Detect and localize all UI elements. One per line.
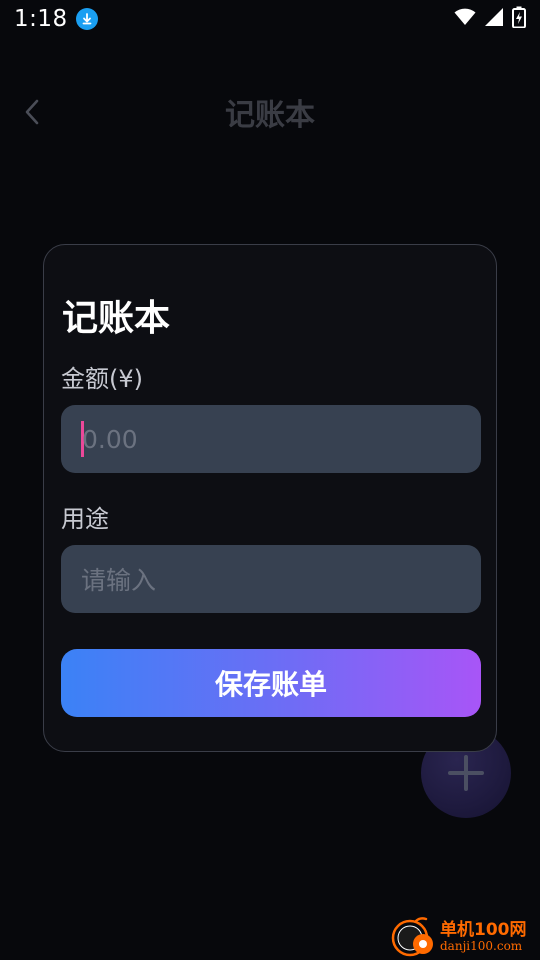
watermark-logo-icon — [390, 914, 436, 960]
watermark-name: 单机100网 — [440, 920, 527, 941]
status-time: 1:18 — [14, 6, 68, 32]
save-bill-button[interactable]: 保存账单 — [61, 649, 481, 717]
page-title: 记账本 — [225, 98, 315, 133]
status-bar: 1:18 — [0, 0, 540, 38]
amount-placeholder: 0.00 — [82, 424, 138, 454]
add-bill-dialog: 记账本 金额(¥) 0.00 用途 请输入 保存账单 — [43, 244, 497, 752]
app-header: 记账本 — [0, 84, 540, 140]
battery-icon — [512, 6, 526, 32]
dialog-title: 记账本 — [62, 298, 171, 339]
wifi-icon — [454, 8, 476, 30]
chevron-left-icon — [25, 99, 39, 125]
purpose-label: 用途 — [61, 505, 109, 533]
watermark: 单机100网 danji100.com — [390, 914, 540, 960]
back-button[interactable] — [16, 96, 48, 128]
purpose-placeholder: 请输入 — [81, 566, 157, 595]
signal-icon — [484, 7, 504, 31]
status-icons — [454, 6, 526, 32]
download-icon — [75, 8, 98, 30]
amount-input[interactable]: 0.00 — [61, 405, 481, 473]
plus-icon — [448, 755, 484, 791]
watermark-url: danji100.com — [440, 938, 523, 953]
purpose-input[interactable]: 请输入 — [61, 545, 481, 613]
amount-label: 金额(¥) — [61, 365, 143, 393]
